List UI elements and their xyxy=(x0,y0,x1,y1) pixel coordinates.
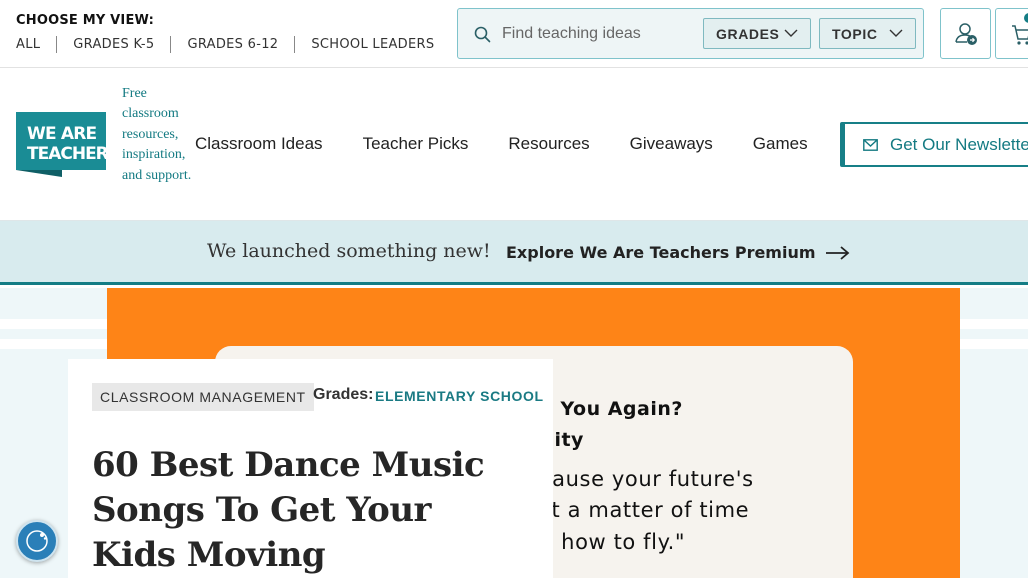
shopping-cart-icon xyxy=(1012,13,1028,45)
newsletter-button[interactable]: Get Our Newsletter xyxy=(840,122,1028,167)
we-are-teachers-logo[interactable]: WE ARE TEACHERS xyxy=(16,112,106,177)
accessibility-button[interactable] xyxy=(16,520,58,562)
search-input[interactable] xyxy=(502,19,702,49)
logo-line-2: TEACHERS xyxy=(27,144,106,164)
article-title: 60 Best Dance Music Songs To Get Your Ki… xyxy=(92,445,485,575)
nav-giveaways[interactable]: Giveaways xyxy=(630,134,713,154)
view-option-k5[interactable]: GRADES K-5 xyxy=(73,37,154,52)
quote-line: cause your future's xyxy=(540,467,754,491)
utility-bar: CHOOSE MY VIEW: ALL GRADES K-5 GRADES 6-… xyxy=(0,0,1028,68)
promo-banner: We launched something new! Explore We Ar… xyxy=(0,221,1028,285)
view-selector: ALL GRADES K-5 GRADES 6-12 SCHOOL LEADER… xyxy=(16,36,434,53)
nav-teacher-picks[interactable]: Teacher Picks xyxy=(363,134,469,154)
main-nav: Classroom Ideas Teacher Picks Resources … xyxy=(195,134,848,154)
site-tagline: Free classroom resources, inspiration, a… xyxy=(122,86,192,183)
hero-section: e You Again? City cause your future's st… xyxy=(0,288,1028,578)
view-divider xyxy=(56,36,58,53)
newsletter-label: Get Our Newsletter xyxy=(890,134,1028,154)
grades-filter-dropdown[interactable]: GRADES xyxy=(703,18,811,49)
chevron-down-icon xyxy=(784,29,798,37)
main-header: WE ARE TEACHERS Free classroom resources… xyxy=(0,68,1028,221)
view-option-6-12[interactable]: GRADES 6-12 xyxy=(187,37,278,52)
quote-line: n how to fly." xyxy=(540,530,686,554)
premium-link-label: Explore We Are Teachers Premium xyxy=(506,243,816,262)
account-button[interactable] xyxy=(940,8,991,59)
grades-label: Grades: xyxy=(313,386,374,403)
view-option-all[interactable]: ALL xyxy=(16,37,40,52)
premium-link[interactable]: Explore We Are Teachers Premium xyxy=(506,243,850,262)
view-selector-label: CHOOSE MY VIEW: xyxy=(16,13,155,28)
category-badge[interactable]: CLASSROOM MANAGEMENT xyxy=(92,383,314,411)
grades-filter-label: GRADES xyxy=(716,25,780,42)
envelope-icon xyxy=(863,138,878,151)
view-option-school-leaders[interactable]: SCHOOL LEADERS xyxy=(311,37,434,52)
topic-filter-dropdown[interactable]: TOPIC xyxy=(819,18,916,49)
logo-line-1: WE ARE xyxy=(27,124,97,144)
promo-text: We launched something new! xyxy=(207,240,491,262)
quote-line: e You Again? xyxy=(540,398,683,420)
nav-games[interactable]: Games xyxy=(753,134,808,154)
nav-classroom-ideas[interactable]: Classroom Ideas xyxy=(195,134,323,154)
view-divider xyxy=(170,36,172,53)
accessibility-icon xyxy=(26,530,48,552)
search-bar: GRADES TOPIC xyxy=(457,8,924,59)
grades-link[interactable]: ELEMENTARY SCHOOL xyxy=(375,388,544,404)
user-account-icon xyxy=(955,23,977,45)
view-divider xyxy=(294,36,296,53)
quote-line: st a matter of time xyxy=(540,498,750,522)
arrow-right-icon xyxy=(825,245,849,260)
nav-resources[interactable]: Resources xyxy=(508,134,589,154)
search-icon[interactable] xyxy=(474,26,491,43)
article-card: CLASSROOM MANAGEMENT Grades: ELEMENTARY … xyxy=(68,359,553,578)
cart-button[interactable] xyxy=(995,8,1028,59)
topic-filter-label: TOPIC xyxy=(832,25,878,42)
chevron-down-icon xyxy=(889,29,903,37)
